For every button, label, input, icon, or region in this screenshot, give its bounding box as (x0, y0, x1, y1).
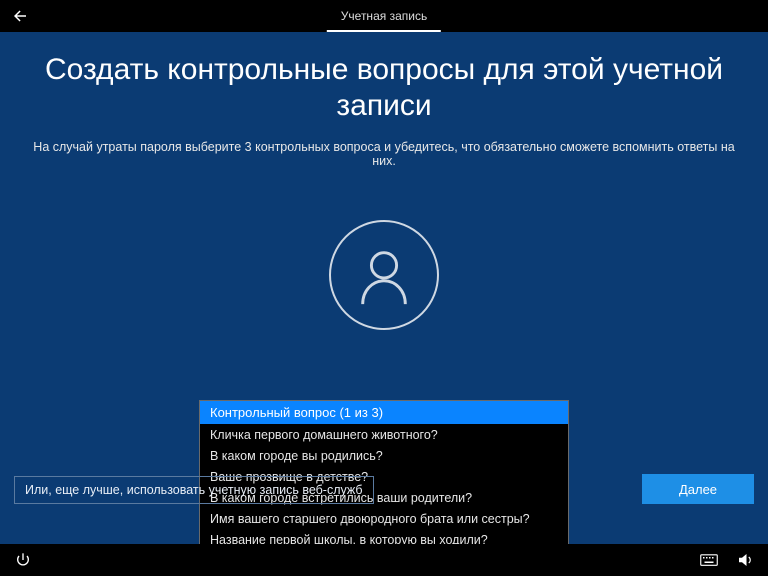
dropdown-option[interactable]: Имя вашего старшего двоюродного брата ил… (200, 508, 568, 529)
arrow-left-icon (11, 7, 29, 25)
taskbar-right (700, 551, 754, 569)
keyboard-button[interactable] (700, 551, 718, 569)
main-content: Создать контрольные вопросы для этой уче… (0, 32, 768, 544)
keyboard-icon (700, 553, 718, 567)
dropdown-option[interactable]: В каком городе вы родились? (200, 445, 568, 466)
speaker-icon (736, 551, 754, 569)
avatar-placeholder (329, 220, 439, 330)
use-web-account-link[interactable]: Или, еще лучше, использовать учетную зап… (14, 476, 374, 504)
tab-account[interactable]: Учетная запись (327, 0, 441, 32)
page-title: Создать контрольные вопросы для этой уче… (12, 50, 756, 130)
dropdown-option[interactable]: Кличка первого домашнего животного? (200, 424, 568, 445)
power-button[interactable] (14, 551, 32, 569)
tab-strip: Учетная запись (327, 0, 441, 32)
title-bar: Учетная запись (0, 0, 768, 32)
power-icon (15, 552, 31, 568)
back-button[interactable] (0, 0, 40, 32)
taskbar (0, 544, 768, 576)
volume-button[interactable] (736, 551, 754, 569)
page-subtitle: На случай утраты пароля выберите 3 контр… (12, 140, 756, 168)
next-button[interactable]: Далее (642, 474, 754, 504)
person-icon (353, 244, 415, 306)
dropdown-selected[interactable]: Контрольный вопрос (1 из 3) (200, 401, 568, 424)
